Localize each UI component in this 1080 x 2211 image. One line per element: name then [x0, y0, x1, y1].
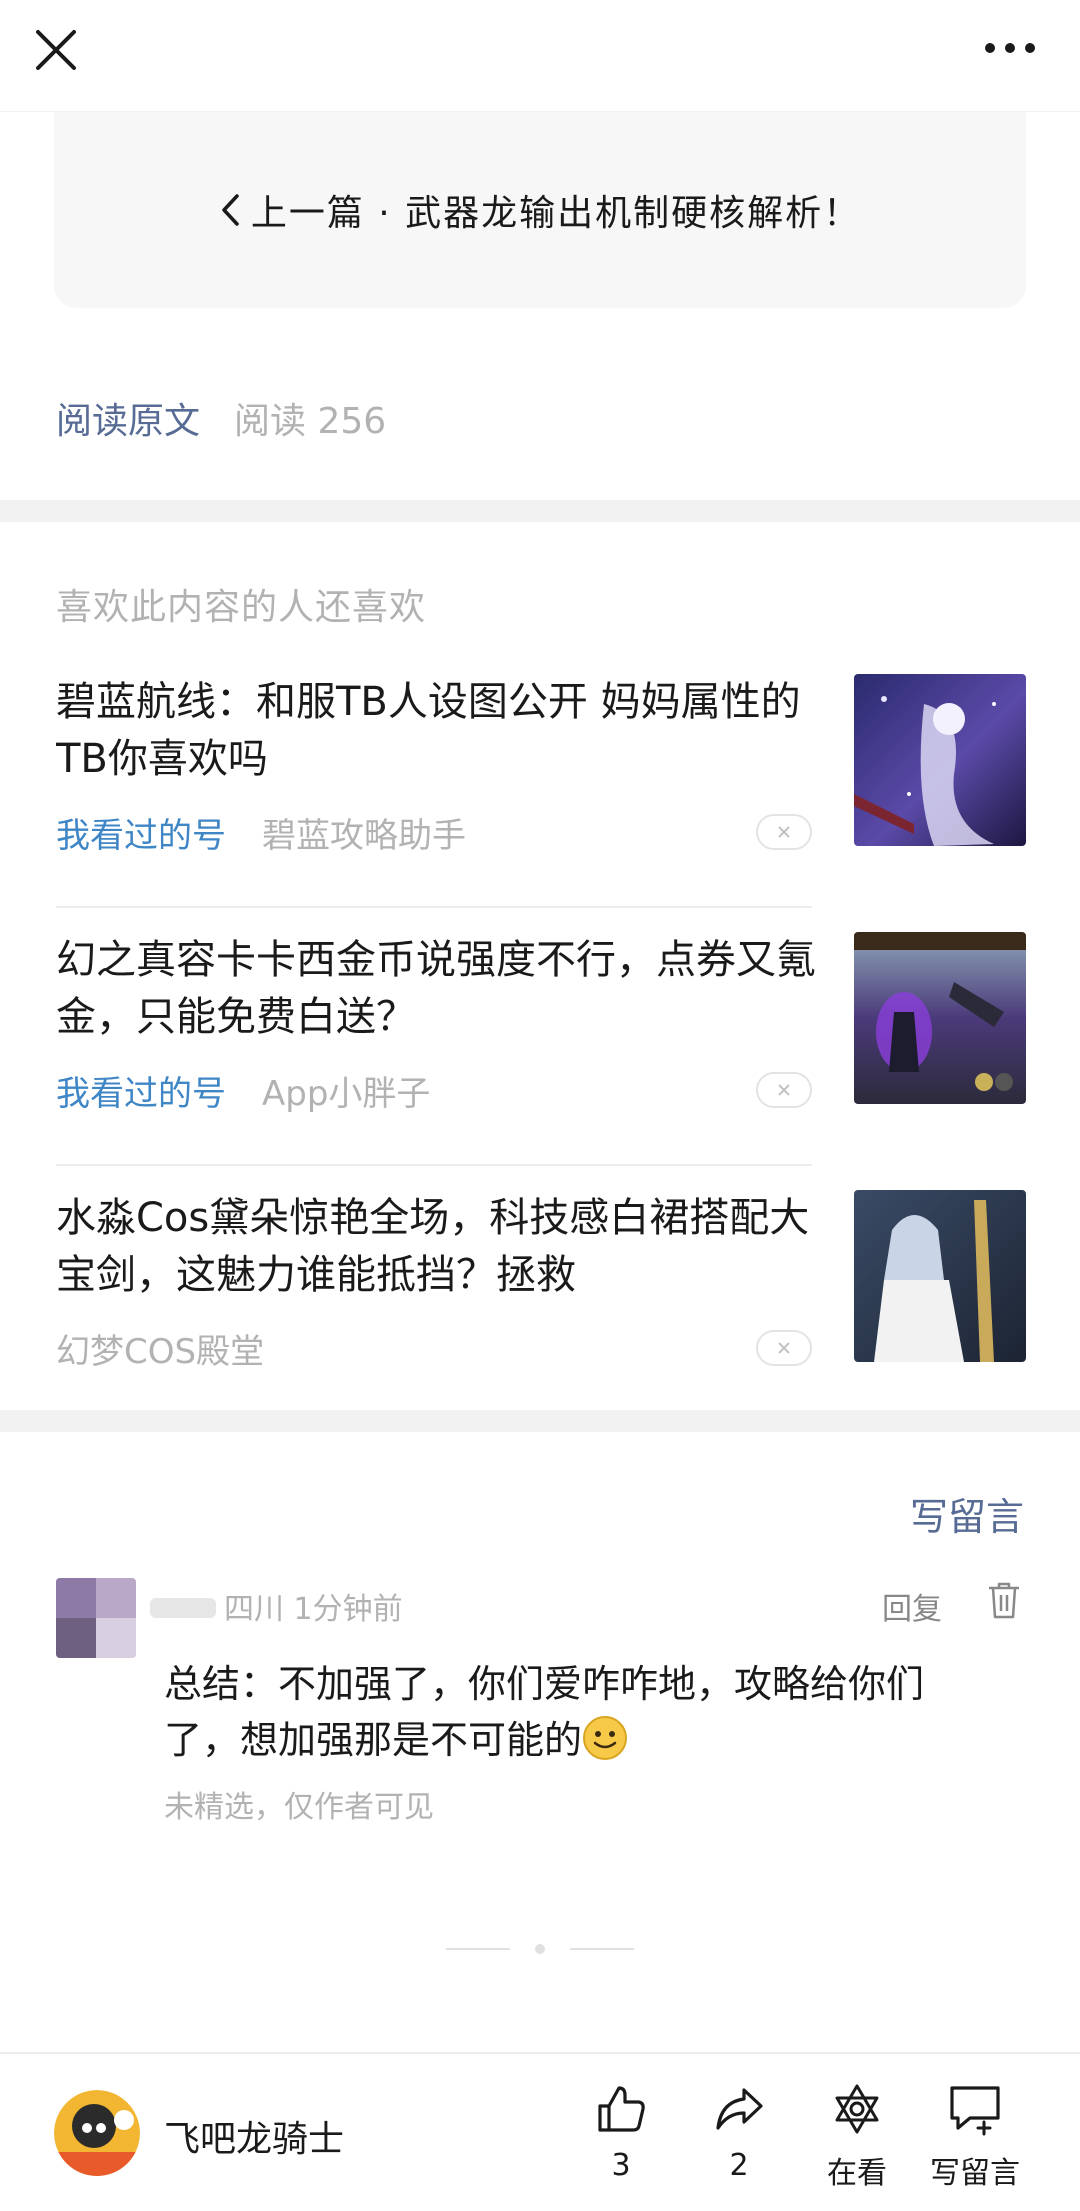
previous-article-title: 上一篇 · 武器龙输出机制硬核解析！ — [250, 193, 862, 234]
more-dots-icon[interactable] — [980, 30, 1040, 66]
list-divider — [56, 906, 812, 908]
recommend-item-thumbnail — [854, 1190, 1026, 1362]
thumbs-up-icon — [598, 2086, 645, 2132]
comment-add-icon — [950, 2086, 1000, 2136]
recommend-item-thumbnail — [854, 674, 1026, 846]
write-comment-link[interactable]: 写留言 — [910, 1486, 1024, 1541]
read-original-link[interactable]: 阅读原文 — [56, 392, 200, 444]
close-small-icon — [778, 1084, 790, 1096]
comment-item: 四川 1分钟前 回复 总结：不加强了，你们爱咋咋地，攻略给你们了，想加强那是不可… — [0, 1560, 1080, 1860]
smile-emoji-icon — [582, 1715, 628, 1761]
trash-icon[interactable] — [986, 1580, 1022, 1620]
recommend-item-thumbnail — [854, 932, 1026, 1104]
close-icon[interactable] — [32, 26, 80, 74]
write-comment-label: 写留言 — [930, 2156, 1020, 2191]
read-row: 阅读原文 阅读 256 — [56, 392, 386, 444]
account-name[interactable]: 飞吧龙骑士 — [164, 2110, 344, 2162]
list-divider — [56, 1164, 812, 1166]
recommend-section-title: 喜欢此内容的人还喜欢 — [56, 587, 427, 628]
recommend-item[interactable]: 碧蓝航线：和服TB人设图公开 妈妈属性的TB你喜欢吗 我看过的号 碧蓝攻略助手 — [56, 674, 1026, 932]
recommend-item-title: 水淼Cos黛朵惊艳全场，科技感白裙搭配大宝剑，这魅力谁能抵挡？拯救 — [56, 1195, 810, 1298]
commenter-avatar[interactable] — [56, 1578, 136, 1658]
comment-text: 总结：不加强了，你们爱咋咋地，攻略给你们了，想加强那是不可能的 — [164, 1656, 994, 1768]
recommend-item-source: App小胖子 — [262, 1074, 431, 1114]
bottom-bar: 飞吧龙骑士 3 2 在看 写留言 — [0, 2052, 1080, 2211]
page-indicator — [446, 1940, 634, 1954]
watching-label: 在看 — [827, 2156, 887, 2191]
like-count: 3 — [611, 2148, 631, 2183]
write-comment-button[interactable]: 写留言 — [920, 2082, 1030, 2202]
star-of-david-icon — [835, 2084, 879, 2134]
comment-text-body: 总结：不加强了，你们爱咋咋地，攻略给你们了，想加强那是不可能的 — [164, 1662, 925, 1762]
chevron-left-icon — [222, 194, 239, 226]
share-count: 2 — [729, 2148, 749, 2183]
recommend-item-title: 碧蓝航线：和服TB人设图公开 妈妈属性的TB你喜欢吗 — [56, 679, 801, 782]
section-separator — [0, 500, 1080, 522]
previous-article-link[interactable]: 上一篇 · 武器龙输出机制硬核解析！ — [54, 112, 1026, 308]
comment-meta: 四川 1分钟前 — [224, 1592, 403, 1627]
watching-button[interactable]: 在看 — [802, 2082, 912, 2202]
commenter-name-blurred — [150, 1594, 216, 1622]
reply-button[interactable]: 回复 — [882, 1584, 942, 1628]
top-bar — [0, 0, 1080, 112]
share-arrow-icon — [716, 2088, 763, 2130]
section-separator — [0, 1410, 1080, 1432]
comment-visibility-note: 未精选，仅作者可见 — [164, 1790, 434, 1825]
close-small-icon — [778, 1342, 790, 1354]
dismiss-button[interactable] — [756, 1330, 812, 1366]
recommend-item-tag: 我看过的号 — [56, 1074, 226, 1114]
dismiss-button[interactable] — [756, 814, 812, 850]
recommend-item-tag: 我看过的号 — [56, 816, 226, 856]
close-small-icon — [778, 826, 790, 838]
read-count: 阅读 256 — [234, 401, 387, 442]
like-button[interactable]: 3 — [566, 2082, 676, 2202]
recommend-item-title: 幻之真容卡卡西金币说强度不行，点券又氪金，只能免费白送？ — [56, 937, 816, 1040]
share-button[interactable]: 2 — [684, 2082, 794, 2202]
recommend-item[interactable]: 幻之真容卡卡西金币说强度不行，点券又氪金，只能免费白送？ 我看过的号 App小胖… — [56, 932, 1026, 1190]
recommend-item-source: 幻梦COS殿堂 — [56, 1332, 265, 1372]
recommend-item-source: 碧蓝攻略助手 — [262, 816, 466, 856]
account-avatar[interactable] — [54, 2090, 140, 2176]
dismiss-button[interactable] — [756, 1072, 812, 1108]
